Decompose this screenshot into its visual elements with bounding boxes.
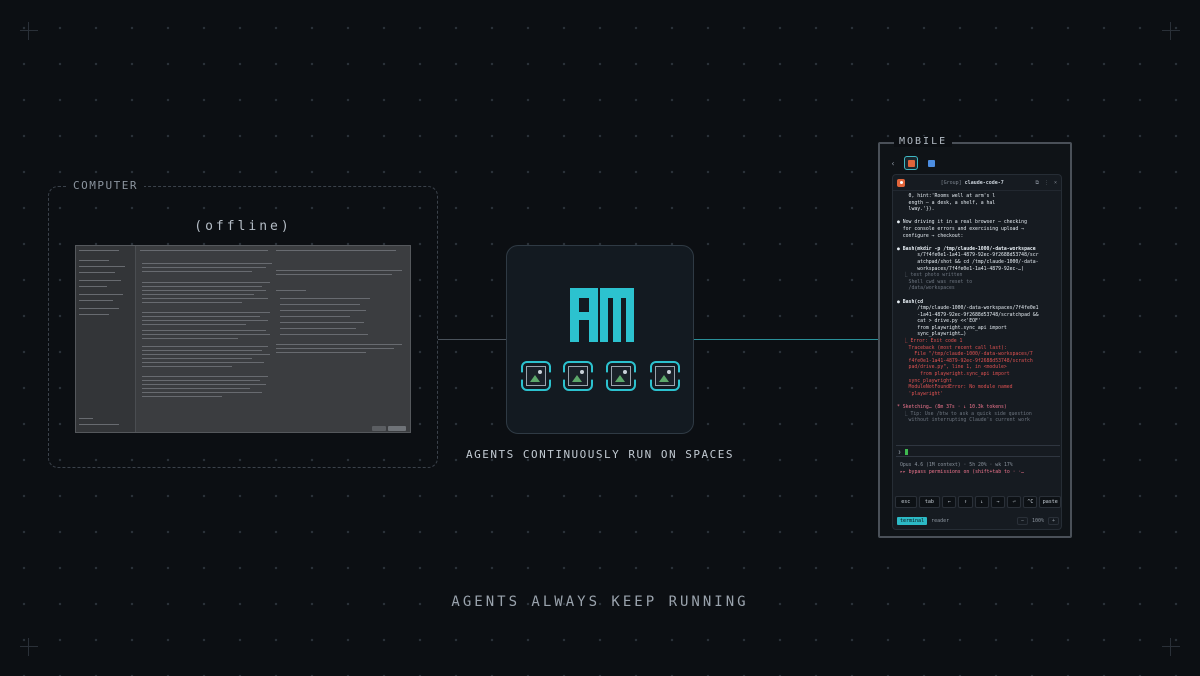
log-line: atchpad/shot && cd /tmp/claude-1000/-dat… [897,259,1039,265]
key-tab[interactable]: tab [918,496,941,508]
computer-panel: COMPUTER (offline) [48,179,438,468]
log-line: /data/workspaces [897,286,955,292]
key-ctrl-c[interactable]: ^C [1023,496,1038,508]
claude-avatar-icon [897,178,905,187]
mobile-title: MOBILE [894,136,953,147]
session-title: [Group] claude-code-7 [940,179,1004,186]
computer-title: COMPUTER [67,179,144,192]
corner-mark [1162,22,1180,40]
reader-mode-tab[interactable]: reader [931,518,949,524]
terminal-mode-tab[interactable]: terminal [897,516,928,525]
key-esc[interactable]: esc [895,496,917,508]
status-lines: Opus 4.6 (1M context) · 5h 20% · wk 17% … [900,463,1025,475]
mobile-tab-2[interactable] [924,156,938,170]
corner-mark [20,638,38,656]
connector-left [438,339,506,340]
log-line: /tmp/claude-1000/-data-workspaces/7f4fe0… [897,306,1039,312]
zoom-level: 100% [1031,517,1044,524]
broken-image-icon [526,366,546,386]
log-line: for console errors and exercising upload… [897,226,1025,232]
terminal-card: [Group] claude-code-7 ⧉ ⋮ × 0, hint:'Roo… [892,174,1062,530]
footer-tagline: AGENTS ALWAYS KEEP RUNNING [451,594,749,610]
zoom-out-button[interactable]: − [1016,516,1028,525]
spaces-caption: AGENTS CONTINUOUSLY RUN ON SPACES [465,448,735,461]
broken-image-icon [568,366,588,386]
log-line: lway.'}). [897,207,935,213]
corner-mark [1162,638,1180,656]
key-row: esc tab ← ↑ ↓ → ⏎ ^C paste [895,496,1061,508]
zoom-in-button[interactable]: + [1047,516,1059,525]
broken-image-icon [611,366,631,386]
offline-status: (offline) [194,219,292,234]
key-right[interactable]: → [990,496,1005,508]
log-line: without interrupting Claude's current wo… [897,418,1030,424]
log-line: ⎿ test photo written [897,273,963,279]
mobile-tab-1[interactable] [904,156,918,170]
log-line: ● Now driving it in a real browser — che… [897,220,1027,226]
log-line: s/7f4fe0e1-1a41-4879-92ec-9f2688d53748/s… [897,253,1039,259]
connector-right [694,339,878,340]
terminal-header: [Group] claude-code-7 ⧉ ⋮ × [893,175,1061,191]
log-line: * Sketching… (8m 37s · ↓ 10.3k tokens) [897,405,1007,410]
log-line: 'playwright' [897,391,944,397]
log-line: File "/tmp/claude-1000/-data-workspaces/… [897,352,1033,358]
close-icon[interactable]: × [1054,180,1057,186]
spaces-logo [570,288,634,342]
copy-icon[interactable]: ⧉ [1035,180,1039,186]
mobile-tab-bar: ‹ [888,154,1062,172]
log-line: configure → checkout: [897,233,964,239]
terminal-output: 0, hint:'Rooms well at arm's l ength — a… [897,194,1059,425]
mobile-panel: MOBILE ‹ [Group] claude-code-7 ⧉ ⋮ × 0, … [878,136,1072,538]
log-line: from playwright.sync_api import [897,372,1010,378]
cursor [905,449,909,455]
log-line: ModuleNotFoundError: No module named [897,385,1013,391]
key-up[interactable]: ↑ [958,496,973,508]
more-icon[interactable]: ⋮ [1044,180,1049,186]
key-enter[interactable]: ⏎ [1007,496,1022,508]
log-line: ⎿ Error: Exit code 1 [897,339,963,345]
computer-screen-thumbnail [75,245,411,433]
key-left[interactable]: ← [942,496,957,508]
thumbnail-sidebar [76,246,136,432]
broken-image-icon [655,366,675,386]
corner-mark [20,22,38,40]
key-paste[interactable]: paste [1039,496,1061,508]
key-down[interactable]: ↓ [974,496,989,508]
chevron-left-icon[interactable]: ‹ [888,159,898,168]
terminal-prompt-input[interactable]: ❯ [896,445,1060,457]
log-line: cat > drive.py <<'EOF' [897,319,981,325]
log-line: 0, hint:'Rooms well at arm's l [897,194,996,199]
mode-bar: terminal reader − 100% + [895,514,1061,527]
spaces-hub-card [506,245,694,434]
